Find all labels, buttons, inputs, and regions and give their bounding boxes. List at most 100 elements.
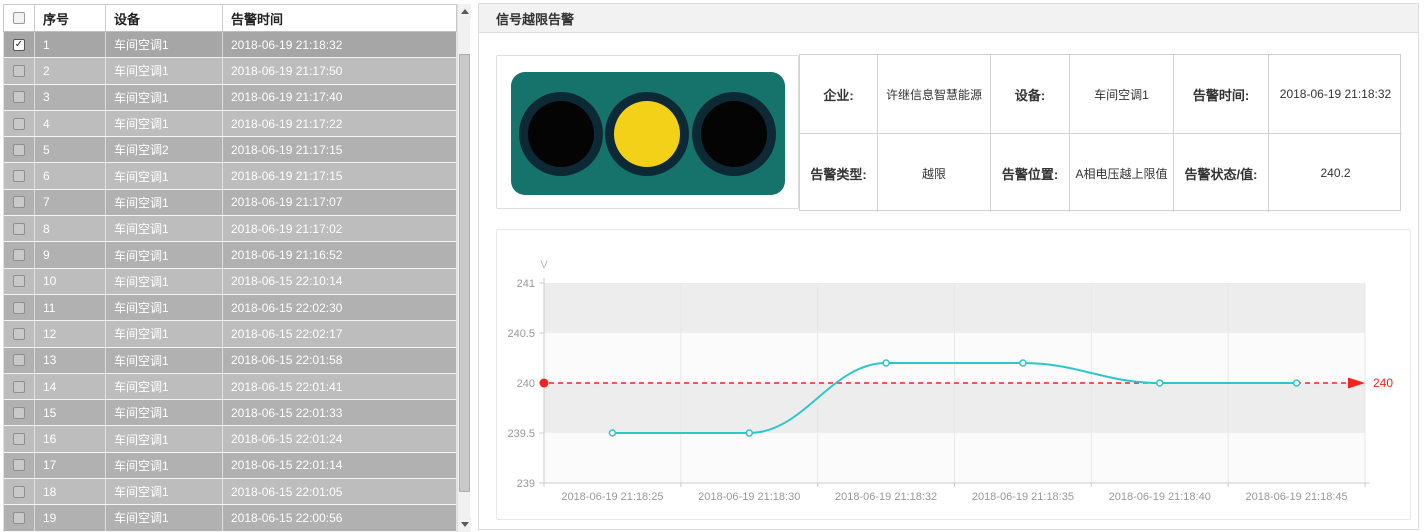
row-device: 车间空调1 [106, 216, 223, 241]
row-no: 8 [35, 216, 106, 241]
row-checkbox[interactable] [13, 433, 25, 445]
alarm-info-table: 企业: 许继信息智慧能源 设备: 车间空调1 告警时间: 2018-06-19 … [799, 54, 1401, 211]
row-checkbox[interactable] [13, 39, 25, 51]
alarm-status-label: 告警状态/值: [1174, 134, 1269, 212]
svg-text:241: 241 [517, 278, 535, 290]
alarm-monitor-page: 序号 设备 告警时间 1车间空调12018-06-19 21:18:322车间空… [0, 0, 1425, 532]
row-device: 车间空调1 [106, 321, 223, 346]
row-checkbox[interactable] [13, 91, 25, 103]
table-row[interactable]: 8车间空调12018-06-19 21:17:02 [4, 216, 456, 242]
table-row[interactable]: 5车间空调22018-06-19 21:17:15 [4, 137, 456, 163]
table-row[interactable]: 3车间空调12018-06-19 21:17:40 [4, 85, 456, 111]
row-no: 13 [35, 348, 106, 373]
row-checkbox[interactable] [13, 486, 25, 498]
row-checkbox[interactable] [13, 302, 25, 314]
row-no: 2 [35, 58, 106, 83]
table-row[interactable]: 11车间空调12018-06-15 22:02:30 [4, 295, 456, 321]
row-no: 7 [35, 190, 106, 215]
row-checkbox[interactable] [13, 223, 25, 235]
row-device: 车间空调2 [106, 137, 223, 162]
data-point [1020, 360, 1026, 366]
table-row[interactable]: 19车间空调12018-06-15 22:00:56 [4, 505, 456, 531]
y-axis-unit: V [540, 259, 548, 271]
row-device: 车间空调1 [106, 505, 223, 530]
table-row[interactable]: 1车间空调12018-06-19 21:18:32 [4, 32, 456, 58]
table-row[interactable]: 2车间空调12018-06-19 21:17:50 [4, 58, 456, 84]
table-row[interactable]: 10车间空调12018-06-15 22:10:14 [4, 269, 456, 295]
row-no: 14 [35, 374, 106, 399]
alarm-table-header: 序号 设备 告警时间 [3, 4, 457, 32]
row-checkbox[interactable] [13, 275, 25, 287]
row-time: 2018-06-15 22:01:14 [223, 453, 456, 478]
row-device: 车间空调1 [106, 32, 223, 57]
table-row[interactable]: 7车间空调12018-06-19 21:17:07 [4, 190, 456, 216]
arrow-up-icon [461, 9, 469, 14]
svg-text:240.5: 240.5 [507, 328, 535, 340]
row-time: 2018-06-15 22:10:14 [223, 269, 456, 294]
row-checkbox[interactable] [13, 407, 25, 419]
row-no: 18 [35, 479, 106, 504]
panel-title: 信号越限告警 [479, 9, 574, 28]
table-row[interactable]: 6车间空调12018-06-19 21:17:15 [4, 163, 456, 189]
table-row[interactable]: 17车间空调12018-06-15 22:01:14 [4, 453, 456, 479]
voltage-trend-card: 239239.5240240.52412018-06-19 21:18:2520… [496, 229, 1411, 520]
row-checkbox-cell [4, 163, 35, 188]
signal-alarm-panel: 信号越限告警 企业: 许继信息智慧能源 设备: 车间空调1 告警时间: 2018… [478, 3, 1419, 530]
alarm-position-label: 告警位置: [991, 134, 1070, 212]
row-checkbox[interactable] [13, 170, 25, 182]
row-checkbox-cell [4, 137, 35, 162]
voltage-trend-chart: 239239.5240240.52412018-06-19 21:18:2520… [497, 230, 1410, 519]
lamp-right [701, 101, 767, 167]
svg-text:2018-06-19 21:18:32: 2018-06-19 21:18:32 [835, 491, 937, 503]
table-row[interactable]: 13车间空调12018-06-15 22:01:58 [4, 348, 456, 374]
data-point [1157, 380, 1163, 386]
row-checkbox[interactable] [13, 512, 25, 524]
alarm-time-value: 2018-06-19 21:18:32 [1269, 55, 1402, 134]
row-checkbox-cell [4, 348, 35, 373]
table-row[interactable]: 4车间空调12018-06-19 21:17:22 [4, 111, 456, 137]
row-checkbox-cell [4, 190, 35, 215]
row-checkbox[interactable] [13, 381, 25, 393]
row-no: 4 [35, 111, 106, 136]
row-checkbox-cell [4, 269, 35, 294]
traffic-light-icon [511, 72, 785, 195]
row-checkbox[interactable] [13, 196, 25, 208]
table-row[interactable]: 9车间空调12018-06-19 21:16:52 [4, 242, 456, 268]
table-scrollbar[interactable] [457, 4, 470, 532]
enterprise-value: 许继信息智慧能源 [878, 55, 991, 134]
row-no: 10 [35, 269, 106, 294]
row-time: 2018-06-19 21:17:15 [223, 163, 456, 188]
row-checkbox[interactable] [13, 354, 25, 366]
threshold-value-label: 240 [1373, 376, 1393, 390]
select-all-checkbox[interactable] [13, 12, 25, 24]
lamp-middle [614, 101, 680, 167]
scroll-up-button[interactable] [458, 4, 471, 19]
row-checkbox-cell [4, 479, 35, 504]
scrollbar-thumb[interactable] [459, 54, 470, 492]
row-checkbox[interactable] [13, 459, 25, 471]
row-checkbox[interactable] [13, 118, 25, 130]
row-device: 车间空调1 [106, 190, 223, 215]
table-row[interactable]: 15车间空调12018-06-15 22:01:33 [4, 400, 456, 426]
row-no: 1 [35, 32, 106, 57]
row-device: 车间空调1 [106, 400, 223, 425]
data-point [609, 430, 615, 436]
row-checkbox[interactable] [13, 249, 25, 261]
svg-text:2018-06-19 21:18:40: 2018-06-19 21:18:40 [1109, 491, 1211, 503]
row-checkbox-cell [4, 374, 35, 399]
row-checkbox[interactable] [13, 65, 25, 77]
alarm-time-label: 告警时间: [1174, 55, 1269, 134]
table-row[interactable]: 14车间空调12018-06-15 22:01:41 [4, 374, 456, 400]
row-device: 车间空调1 [106, 348, 223, 373]
table-row[interactable]: 12车间空调12018-06-15 22:02:17 [4, 321, 456, 347]
row-checkbox[interactable] [13, 144, 25, 156]
row-no: 17 [35, 453, 106, 478]
row-time: 2018-06-15 22:01:24 [223, 426, 456, 451]
scroll-down-button[interactable] [458, 517, 471, 532]
table-row[interactable]: 16车间空调12018-06-15 22:01:24 [4, 426, 456, 452]
row-checkbox[interactable] [13, 328, 25, 340]
row-checkbox-cell [4, 400, 35, 425]
alarm-type-label: 告警类型: [800, 134, 878, 212]
table-row[interactable]: 18车间空调12018-06-15 22:01:05 [4, 479, 456, 505]
row-checkbox-cell [4, 505, 35, 530]
